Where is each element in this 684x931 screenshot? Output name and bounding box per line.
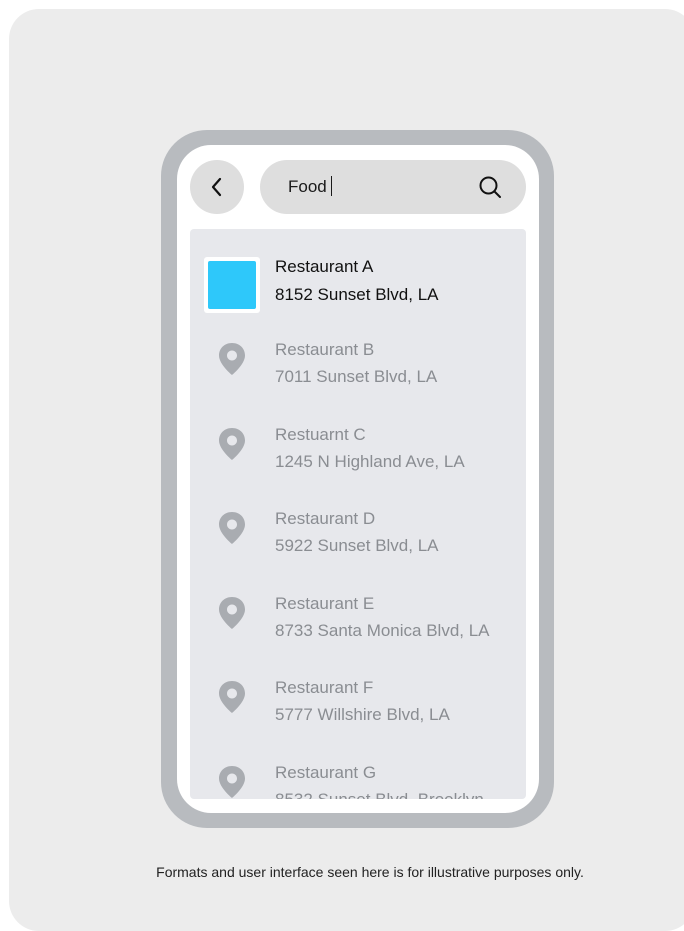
results-list[interactable]: Restaurant A 8152 Sunset Blvd, LA Restau…	[190, 229, 526, 799]
restaurant-address: 1245 N Highland Ave, LA	[275, 452, 465, 471]
disclaimer-text: Formats and user interface seen here is …	[156, 864, 584, 880]
thumbnail-image	[208, 261, 256, 309]
restaurant-name: Restaurant B	[275, 340, 375, 359]
restaurant-name: Restuarnt C	[275, 425, 366, 444]
search-query: Food	[288, 177, 327, 196]
list-item[interactable]: Restaurant G 8532 Sunset Blvd, Brooklyn	[190, 737, 526, 799]
list-item[interactable]: Restaurant F 5777 Willshire Blvd, LA	[190, 652, 526, 724]
restaurant-name: Restaurant F	[275, 678, 374, 697]
restaurant-address: 8733 Santa Monica Blvd, LA	[275, 621, 490, 640]
thumbnail	[204, 257, 260, 313]
restaurant-address: 8152 Sunset Blvd, LA	[275, 285, 439, 304]
restaurant-name: Restaurant A	[275, 257, 374, 276]
list-item[interactable]: Restaurant D 5922 Sunset Blvd, LA	[190, 483, 526, 555]
restaurant-name: Restaurant D	[275, 509, 376, 528]
map-pin-icon	[219, 512, 245, 544]
list-item[interactable]: Restaurant B 7011 Sunset Blvd, LA	[190, 314, 526, 386]
chevron-left-icon	[211, 177, 222, 197]
phone-screen: Food Restaurant A 8152 Sunset Blvd, LA R…	[177, 145, 539, 813]
list-item[interactable]: Restaurant E 8733 Santa Monica Blvd, LA	[190, 568, 526, 640]
phone-frame: Food Restaurant A 8152 Sunset Blvd, LA R…	[161, 130, 554, 828]
restaurant-address: 5777 Willshire Blvd, LA	[275, 705, 450, 724]
list-item[interactable]: Restuarnt C 1245 N Highland Ave, LA	[190, 399, 526, 471]
restaurant-address: 8532 Sunset Blvd, Brooklyn	[275, 790, 484, 799]
restaurant-address: 7011 Sunset Blvd, LA	[275, 367, 438, 386]
map-pin-icon	[219, 428, 245, 460]
restaurant-name: Restaurant G	[275, 763, 377, 782]
back-button[interactable]	[190, 160, 244, 214]
map-pin-icon	[219, 343, 245, 375]
search-icon[interactable]	[478, 175, 502, 199]
list-item[interactable]: Restaurant A 8152 Sunset Blvd, LA	[190, 229, 526, 313]
map-pin-icon	[219, 597, 245, 629]
search-bar[interactable]: Food	[260, 160, 526, 214]
text-caret	[330, 176, 333, 197]
map-pin-icon	[219, 681, 245, 713]
map-pin-icon	[219, 766, 245, 798]
illustration-card: Food Restaurant A 8152 Sunset Blvd, LA R…	[9, 9, 684, 931]
restaurant-address: 5922 Sunset Blvd, LA	[275, 536, 439, 555]
search-input[interactable]: Food	[288, 160, 458, 214]
restaurant-name: Restaurant E	[275, 594, 375, 613]
